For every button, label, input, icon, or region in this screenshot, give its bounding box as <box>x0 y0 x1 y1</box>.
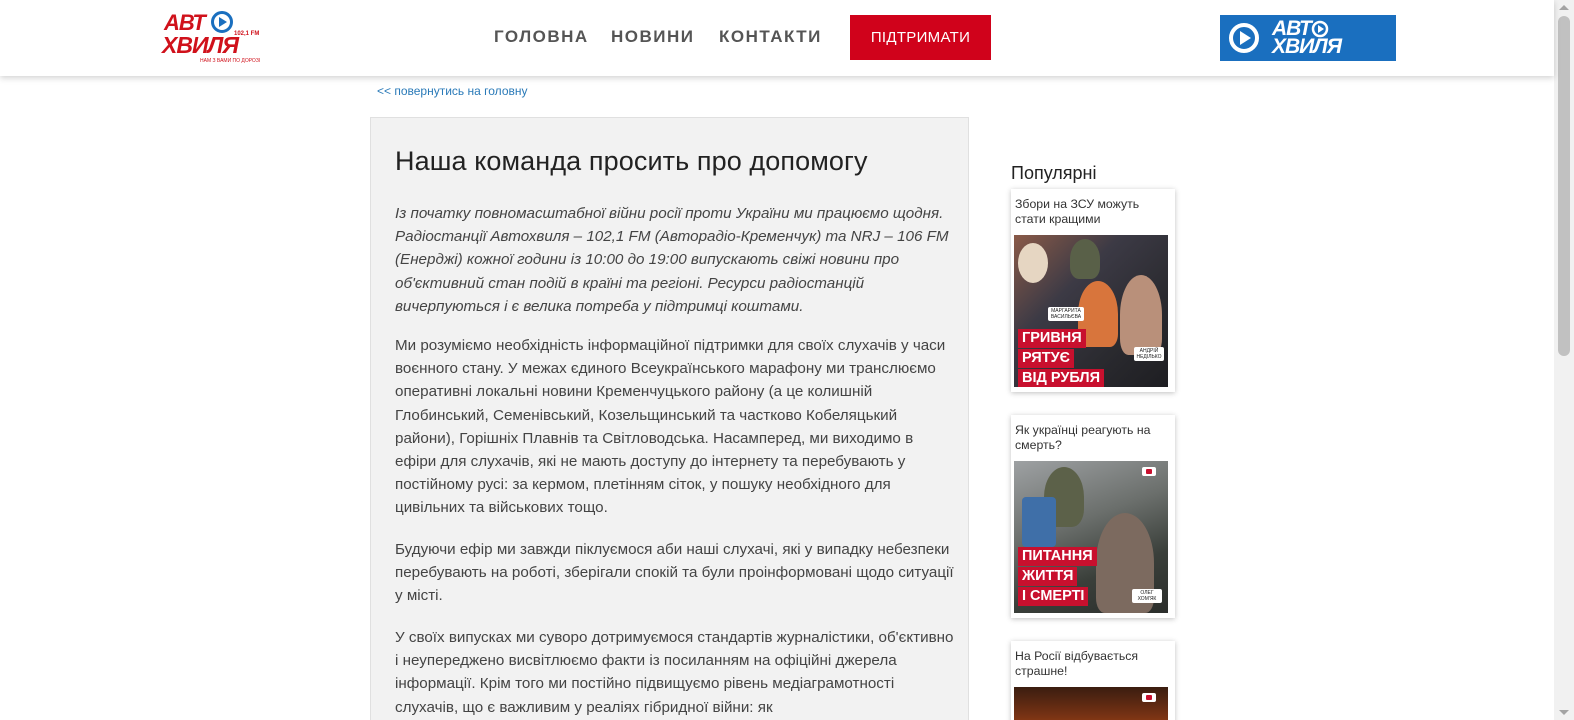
channel-logo-icon <box>1142 467 1156 476</box>
article-lead: Із початку повномасштабної війни росії п… <box>395 205 949 315</box>
card-title[interactable]: На Росії відбувається страшне! <box>1015 649 1171 679</box>
scroll-thumb[interactable] <box>1558 16 1570 356</box>
play-icon <box>211 11 233 33</box>
headline-line: ВІД РУБЛЯ <box>1018 369 1105 387</box>
menu-button[interactable]: АВТ ХВИЛЯ <box>1220 15 1396 61</box>
name-badge: МАРГАРИТА ВАСИЛЬЄВА <box>1048 307 1084 321</box>
article: Наша команда просить про допомогу Із поч… <box>370 117 969 720</box>
channel-logo-icon <box>1142 693 1156 702</box>
donut-photo <box>1018 243 1048 283</box>
logo-frequency: 102,1 FM <box>234 31 260 37</box>
nav-contacts[interactable]: КОНТАКТИ <box>719 27 822 47</box>
logo-slogan: НАМ З ВАМИ ПО ДОРОЗІ <box>200 58 261 64</box>
popular-card[interactable]: Як українці реагують на смерть? ОЛЕГ ХОМ… <box>1011 415 1175 618</box>
card-headline: ПИТАННЯ ЖИТТЯ І СМЕРТІ <box>1018 547 1097 607</box>
headline-line: І СМЕРТІ <box>1018 587 1089 606</box>
card-image[interactable] <box>1014 687 1168 720</box>
headline-line: ЖИТТЯ <box>1018 567 1078 586</box>
article-paragraph: Ми розуміємо необхідність інформаційної … <box>395 337 946 517</box>
card-title[interactable]: Як українці реагують на смерть? <box>1015 423 1171 453</box>
name-badge: АНДРІЙ НЕДІЛЬКО <box>1134 347 1164 361</box>
menu-logo-line2: ХВИЛЯ <box>1272 35 1342 58</box>
page-scrollbar[interactable] <box>1554 0 1574 720</box>
scroll-down-arrow-icon[interactable] <box>1559 710 1569 715</box>
headline-line: ПИТАННЯ <box>1018 547 1097 566</box>
article-paragraph: У своїх випусках ми суворо дотримуємося … <box>395 629 954 716</box>
site-logo[interactable]: АВТ ХВИЛЯ 102,1 FM НАМ З ВАМИ ПО ДОРОЗІ <box>162 10 262 66</box>
card-title[interactable]: Збори на ЗСУ можуть стати кращими <box>1015 197 1171 227</box>
soldiers-photo <box>1070 239 1100 279</box>
site-header: АВТ ХВИЛЯ 102,1 FM НАМ З ВАМИ ПО ДОРОЗІ … <box>0 0 1554 76</box>
headline-line: РЯТУЄ <box>1018 349 1074 368</box>
name-badge: ОЛЕГ ХОМ'ЯК <box>1132 589 1162 603</box>
sidebar-title: Популярні <box>1011 163 1097 183</box>
article-paragraph: Будуючи ефір ми завжди піклуємося аби на… <box>395 541 954 605</box>
nav-home[interactable]: ГОЛОВНА <box>494 27 589 47</box>
card-image[interactable]: ОЛЕГ ХОМ'ЯК ПИТАННЯ ЖИТТЯ І СМЕРТІ <box>1014 461 1168 613</box>
back-to-home-link[interactable]: << повернутись на головну <box>377 84 528 98</box>
person-man <box>1120 275 1162 355</box>
card-headline: ГРИВНЯ РЯТУЄ ВІД РУБЛЯ <box>1018 329 1105 387</box>
card-image[interactable]: МАРГАРИТА ВАСИЛЬЄВА АНДРІЙ НЕДІЛЬКО ГРИВ… <box>1014 235 1168 387</box>
flag-photo <box>1022 497 1056 547</box>
nav-news[interactable]: НОВИНИ <box>611 27 695 47</box>
support-button[interactable]: ПІДТРИМАТИ <box>850 15 991 60</box>
scroll-up-arrow-icon[interactable] <box>1559 5 1569 10</box>
popular-card[interactable]: Збори на ЗСУ можуть стати кращими МАРГАР… <box>1011 189 1175 392</box>
headline-line: ГРИВНЯ <box>1018 329 1086 348</box>
article-title: Наша команда просить про допомогу <box>395 146 868 176</box>
logo-line2: ХВИЛЯ <box>162 32 239 58</box>
popular-card[interactable]: На Росії відбувається страшне! <box>1011 641 1175 720</box>
play-icon <box>1229 23 1259 53</box>
